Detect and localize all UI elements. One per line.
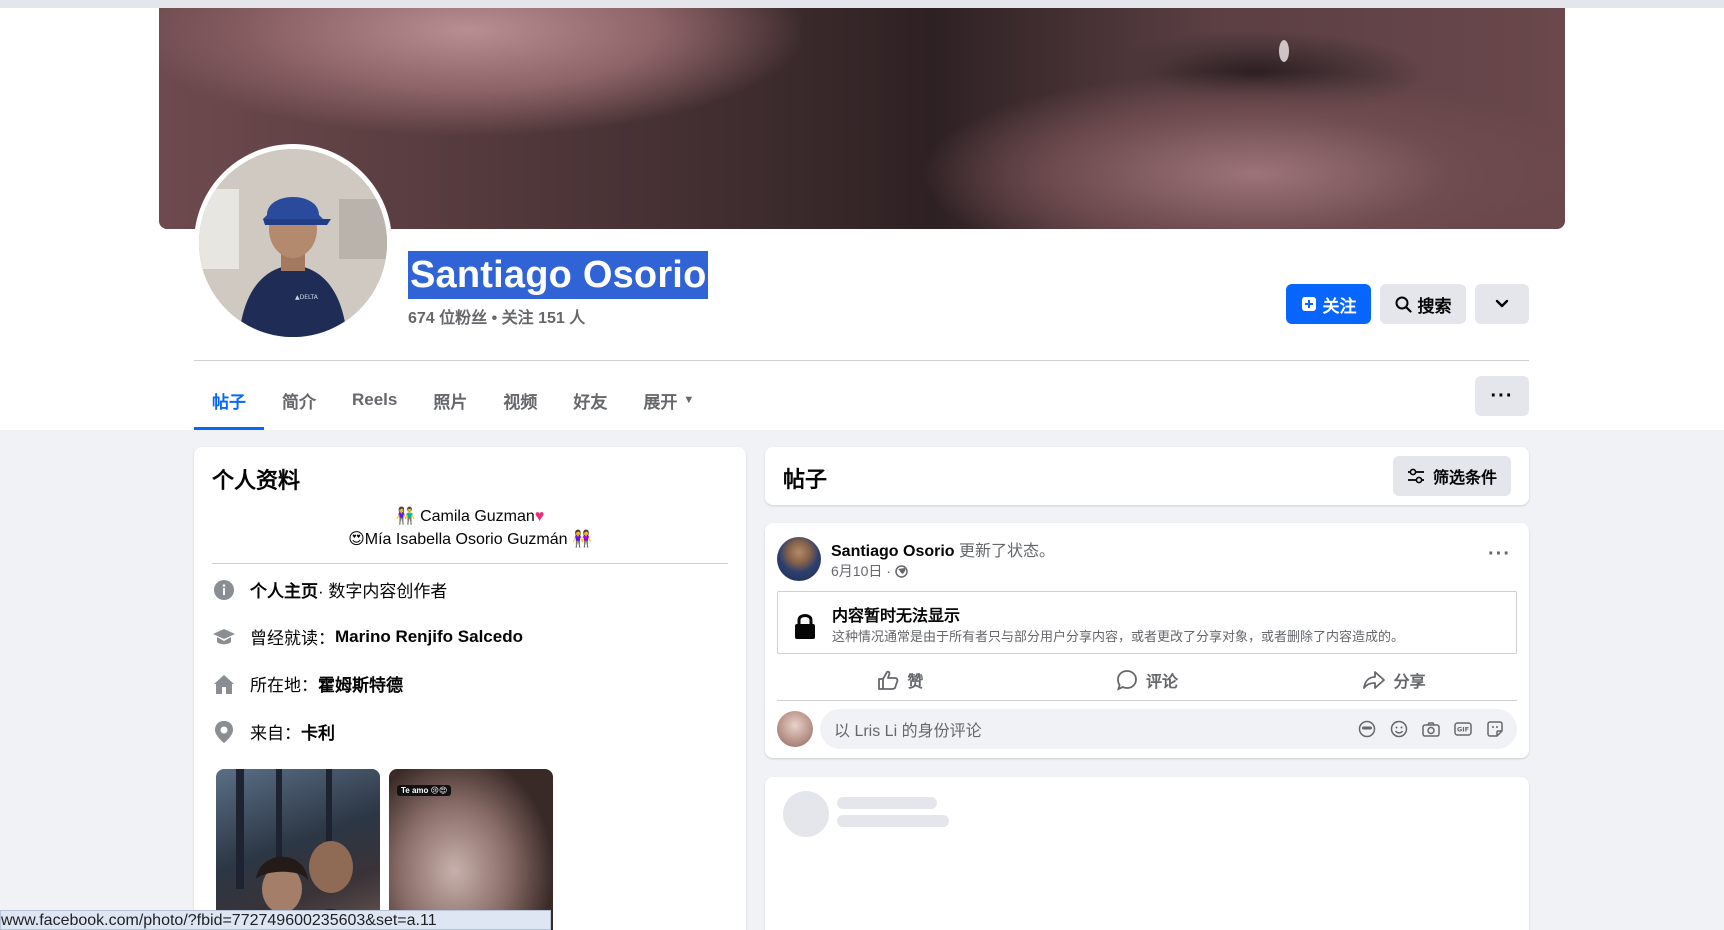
info-row-hometown: 来自： 卡利: [212, 719, 335, 744]
status-bar-url: www.facebook.com/photo/?fbid=77274960023…: [0, 910, 551, 930]
skeleton-avatar: [783, 791, 829, 837]
header-divider: [194, 360, 1529, 361]
search-button[interactable]: 搜索: [1380, 284, 1466, 324]
globe-icon: [895, 564, 908, 578]
svg-text:▲DELTA: ▲DELTA: [295, 294, 319, 301]
skeleton-line: [837, 797, 937, 809]
tab-photos[interactable]: 照片: [415, 370, 485, 430]
caret-down-icon: ▼: [683, 394, 695, 406]
profile-picture[interactable]: ▲DELTA: [199, 149, 387, 337]
comment-composer: 以 Lris Li 的身份评论 GIF: [777, 709, 1517, 749]
featured-photo-1[interactable]: [216, 769, 380, 930]
post-author-line: Santiago Osorio 更新了状态。: [831, 537, 1055, 561]
tabs-more-options-button[interactable]: ···: [1475, 376, 1529, 416]
intro-title: 个人资料: [212, 468, 301, 493]
lock-icon: [795, 614, 815, 639]
filter-button[interactable]: 筛选条件: [1392, 456, 1511, 496]
chevron-down-icon: [1495, 299, 1509, 308]
sticker-icon[interactable]: [1485, 719, 1505, 739]
profile-tabs: 帖子 简介 Reels 照片 视频 好友 展开 ▼: [194, 370, 712, 430]
profile-picture-image: ▲DELTA: [199, 149, 387, 337]
notice-title: 内容暂时无法显示: [832, 608, 961, 625]
tab-reels[interactable]: Reels: [334, 370, 415, 430]
notice-description: 这种情况通常是由于所有者只与部分用户分享内容，或者更改了分享对象，或者删除了内容…: [832, 629, 1405, 644]
bio-line-1: 👫 Camila Guzman♥: [395, 508, 545, 525]
top-bar: [0, 0, 1724, 8]
tab-about[interactable]: 简介: [264, 370, 334, 430]
tab-more[interactable]: 展开 ▼: [625, 370, 712, 430]
search-icon: [1395, 296, 1412, 313]
loading-post-placeholder: [765, 777, 1529, 930]
gif-icon[interactable]: GIF: [1453, 719, 1473, 739]
post-options-button[interactable]: ···: [1488, 543, 1511, 566]
comment-input[interactable]: 以 Lris Li 的身份评论 GIF: [820, 709, 1517, 749]
bio: 👫 Camila Guzman♥ 😍Mía Isabella Osorio Gu…: [212, 505, 728, 551]
featured-photo-2[interactable]: Te amo 😢😍: [389, 769, 553, 930]
location-pin-icon: [212, 720, 236, 744]
heart-eyes-emoji-icon: 😍: [348, 531, 365, 548]
featured-photo-1-image: [236, 769, 355, 930]
svg-text:GIF: GIF: [1457, 726, 1469, 734]
tab-videos[interactable]: 视频: [485, 370, 555, 430]
profile-follower-stats[interactable]: 674 位粉丝 • 关注 151 人: [408, 304, 585, 328]
like-button[interactable]: 赞: [777, 660, 1024, 700]
posts-header-card: 帖子 筛选条件: [765, 447, 1529, 505]
info-icon: [212, 578, 236, 602]
heart-icon: ♥: [534, 508, 545, 525]
info-row-profile-type: 个人主页 · 数字内容创作者: [212, 577, 447, 602]
post-action-text: 更新了状态。: [954, 543, 1056, 560]
profile-options-dropdown-button[interactable]: [1475, 284, 1529, 324]
commenter-avatar[interactable]: [777, 711, 813, 747]
info-row-education: 曾经就读： Marino Renjifo Salcedo: [212, 624, 523, 649]
skeleton-line: [837, 815, 949, 827]
actions-divider: [777, 700, 1517, 701]
content-unavailable-notice: 内容暂时无法显示 这种情况通常是由于所有者只与部分用户分享内容，或者更改了分享对…: [777, 591, 1517, 654]
search-button-label: 搜索: [1417, 296, 1452, 316]
tab-friends[interactable]: 好友: [555, 370, 625, 430]
intro-divider: [212, 563, 728, 564]
post-card: Santiago Osorio 更新了状态。 6月10日 · ··· 内容暂时无…: [765, 523, 1529, 758]
comment-button[interactable]: 评论: [1024, 660, 1271, 700]
thumbs-up-icon: [878, 670, 899, 690]
avatar-sticker-icon[interactable]: [1357, 719, 1377, 739]
comment-bubble-icon: [1117, 670, 1137, 691]
post-author-name[interactable]: Santiago Osorio: [831, 543, 955, 560]
home-icon: [212, 672, 236, 696]
filter-button-label: 筛选条件: [1432, 470, 1497, 487]
camera-icon[interactable]: [1421, 719, 1441, 739]
share-button[interactable]: 分享: [1270, 660, 1517, 700]
emoji-icon[interactable]: [1389, 719, 1409, 739]
more-dots-icon: ···: [1490, 384, 1514, 407]
couple-emoji-icon: 👭: [571, 531, 592, 548]
follow-button-label: 关注: [1322, 296, 1357, 316]
tab-posts[interactable]: 帖子: [194, 370, 264, 430]
photo-sticker-tag: Te amo 😢😍: [397, 785, 452, 796]
follow-icon: [1301, 297, 1316, 311]
graduation-cap-icon: [212, 625, 236, 649]
profile-name: Santiago Osorio: [408, 251, 709, 299]
posts-title: 帖子: [783, 467, 828, 492]
info-row-current-city: 所在地： 霍姆斯特德: [212, 671, 403, 696]
filter-sliders-icon: [1407, 468, 1424, 484]
post-date: 6月10日 ·: [831, 561, 908, 581]
more-dots-icon: ···: [1488, 543, 1511, 565]
cover-photo-detail: [1279, 40, 1289, 62]
share-arrow-icon: [1362, 671, 1385, 689]
couple-emoji-icon: 👫: [395, 508, 416, 525]
comment-tools: GIF: [1357, 709, 1505, 749]
comment-placeholder: 以 Lris Li 的身份评论: [834, 723, 982, 740]
post-actions-bar: 赞 评论 分享: [777, 660, 1517, 700]
follow-button[interactable]: 关注: [1286, 284, 1371, 324]
profile-picture-frame[interactable]: ▲DELTA: [194, 144, 392, 342]
post-author-avatar[interactable]: [777, 537, 821, 581]
bio-line-2: 😍Mía Isabella Osorio Guzmán 👭: [348, 531, 592, 548]
